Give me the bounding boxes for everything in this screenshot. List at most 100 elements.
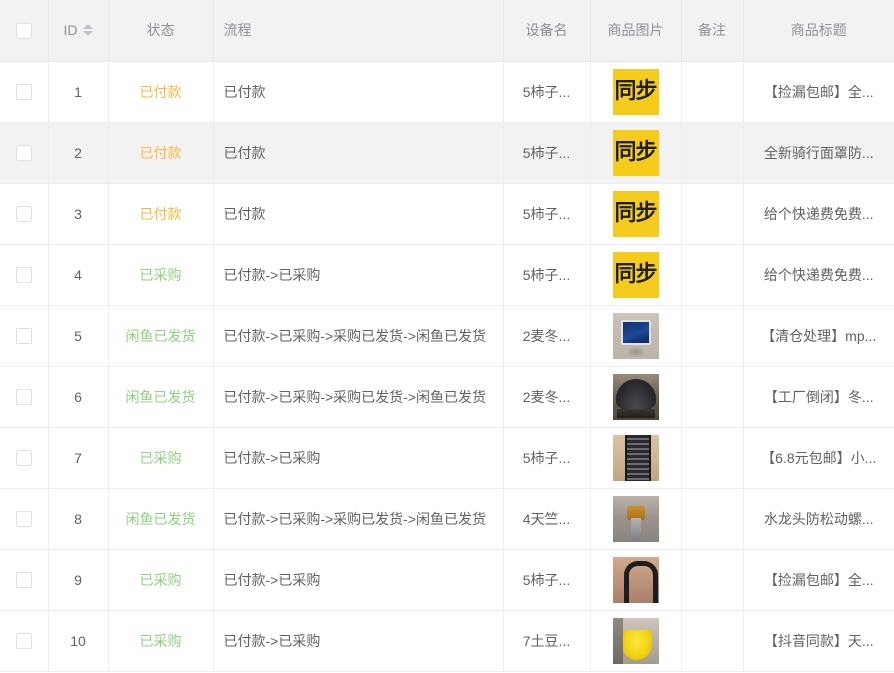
- product-thumbnail-sync[interactable]: 同步: [612, 129, 659, 176]
- row-select-cell[interactable]: [0, 488, 49, 550]
- cell-product-image[interactable]: [590, 305, 682, 367]
- cell-device-name: 5柿子...: [503, 122, 591, 184]
- cell-id: 1: [48, 61, 109, 123]
- header-status[interactable]: 状态: [108, 0, 214, 62]
- row-checkbox-icon[interactable]: [15, 511, 32, 528]
- product-title-text: 【清仓处理】mp...: [761, 327, 877, 344]
- row-select-cell[interactable]: [0, 366, 49, 428]
- row-select-cell[interactable]: [0, 610, 49, 672]
- header-note[interactable]: 备注: [681, 0, 744, 62]
- row-checkbox-icon[interactable]: [15, 84, 32, 101]
- cell-product-image[interactable]: [590, 549, 682, 611]
- cell-status: 闲鱼已发货: [108, 488, 214, 550]
- cell-product-image[interactable]: 同步: [590, 122, 682, 184]
- cell-flow: 已付款->已采购: [213, 427, 504, 489]
- product-thumbnail-sync[interactable]: 同步: [612, 251, 659, 298]
- cell-flow: 已付款: [213, 122, 504, 184]
- cell-product-image[interactable]: [590, 366, 682, 428]
- product-thumbnail-gripper-icon[interactable]: [612, 556, 659, 603]
- cell-product-title: 水龙头防松动螺...: [743, 488, 894, 550]
- row-checkbox-icon[interactable]: [15, 389, 32, 406]
- cell-device-name: 5柿子...: [503, 244, 591, 306]
- cell-status: 闲鱼已发货: [108, 366, 214, 428]
- product-thumbnail-screwdriver-icon[interactable]: [612, 434, 659, 481]
- header-device[interactable]: 设备名: [503, 0, 591, 62]
- row-select-cell[interactable]: [0, 305, 49, 367]
- cell-id: 6: [48, 366, 109, 428]
- row-checkbox-icon[interactable]: [15, 145, 32, 162]
- row-select-cell[interactable]: [0, 244, 49, 306]
- header-title[interactable]: 商品标题: [743, 0, 894, 62]
- cell-product-title: 给个快递费免费...: [743, 183, 894, 245]
- table-row[interactable]: 1 已付款 已付款 5柿子... 同步 【捡漏包邮】全...: [0, 61, 894, 123]
- row-select-cell[interactable]: [0, 183, 49, 245]
- cell-status: 闲鱼已发货: [108, 305, 214, 367]
- header-device-label: 设备名: [525, 22, 568, 39]
- cell-device-name: 5柿子...: [503, 183, 591, 245]
- cell-product-title: 【捡漏包邮】全...: [743, 549, 894, 611]
- row-select-cell[interactable]: [0, 61, 49, 123]
- row-checkbox-icon[interactable]: [15, 267, 32, 284]
- cell-id: 3: [48, 183, 109, 245]
- table-row[interactable]: 3 已付款 已付款 5柿子... 同步 给个快递费免费...: [0, 183, 894, 245]
- sort-caret-icon[interactable]: [82, 21, 93, 39]
- row-checkbox-icon[interactable]: [15, 572, 32, 589]
- row-checkbox-icon[interactable]: [15, 450, 32, 467]
- table-row[interactable]: 2 已付款 已付款 5柿子... 同步 全新骑行面罩防...: [0, 122, 894, 184]
- header-flow-label: 流程: [223, 22, 252, 39]
- product-title-text: 给个快递费免费...: [763, 266, 874, 283]
- table-row[interactable]: 6 闲鱼已发货 已付款->已采购->采购已发货->闲鱼已发货 2麦冬... 【工厂倒闭】…: [0, 366, 894, 428]
- cell-product-image[interactable]: [590, 427, 682, 489]
- cell-product-image[interactable]: 同步: [590, 61, 682, 123]
- cell-id: 5: [48, 305, 109, 367]
- cell-status: 已采购: [108, 244, 214, 306]
- cell-status: 已采购: [108, 549, 214, 611]
- product-thumbnail-faucet-icon[interactable]: [612, 495, 659, 542]
- cell-flow: 已付款->已采购->采购已发货->闲鱼已发货: [213, 488, 504, 550]
- table-row[interactable]: 7 已采购 已付款->已采购 5柿子... 【6.8元包邮】小...: [0, 427, 894, 489]
- cell-product-image[interactable]: [590, 610, 682, 672]
- product-thumbnail-sync[interactable]: 同步: [612, 190, 659, 237]
- cell-product-image[interactable]: 同步: [590, 183, 682, 245]
- table-row[interactable]: 10 已采购 已付款->已采购 7土豆... 【抖音同款】天...: [0, 610, 894, 672]
- product-thumbnail-sync[interactable]: 同步: [612, 68, 659, 115]
- header-image[interactable]: 商品图片: [590, 0, 682, 62]
- row-checkbox-icon[interactable]: [15, 633, 32, 650]
- cell-device-name: 4天竺...: [503, 488, 591, 550]
- cell-product-title: 【清仓处理】mp...: [743, 305, 894, 367]
- table-row[interactable]: 5 闲鱼已发货 已付款->已采购->采购已发货->闲鱼已发货 2麦冬... 【清仓处理】…: [0, 305, 894, 367]
- header-id[interactable]: ID: [48, 0, 109, 62]
- cell-product-title: 给个快递费免费...: [743, 244, 894, 306]
- cell-status: 已采购: [108, 610, 214, 672]
- cell-product-title: 【抖音同款】天...: [743, 610, 894, 672]
- header-status-label: 状态: [146, 22, 175, 39]
- cell-id: 7: [48, 427, 109, 489]
- product-title-text: 【抖音同款】天...: [763, 632, 874, 649]
- cell-product-image[interactable]: [590, 488, 682, 550]
- cell-product-image[interactable]: 同步: [590, 244, 682, 306]
- product-thumbnail-basket-icon[interactable]: [612, 617, 659, 664]
- row-select-cell[interactable]: [0, 122, 49, 184]
- row-select-cell[interactable]: [0, 549, 49, 611]
- table-row[interactable]: 8 闲鱼已发货 已付款->已采购->采购已发货->闲鱼已发货 4天竺... 水龙头防松动…: [0, 488, 894, 550]
- table-row[interactable]: 4 已采购 已付款->已采购 5柿子... 同步 给个快递费免费...: [0, 244, 894, 306]
- row-checkbox-icon[interactable]: [15, 328, 32, 345]
- cell-id: 2: [48, 122, 109, 184]
- cell-note: [681, 122, 744, 184]
- table-row[interactable]: 9 已采购 已付款->已采购 5柿子... 【捡漏包邮】全...: [0, 549, 894, 611]
- select-all-checkbox-icon[interactable]: [15, 22, 32, 39]
- row-select-cell[interactable]: [0, 427, 49, 489]
- product-thumbnail-helmet-icon[interactable]: [612, 373, 659, 420]
- table-body: 1 已付款 已付款 5柿子... 同步 【捡漏包邮】全... 2 已付款 已付款 5柿子... 同步…: [0, 61, 894, 672]
- cell-note: [681, 549, 744, 611]
- cell-note: [681, 488, 744, 550]
- product-title-text: 全新骑行面罩防...: [763, 144, 874, 161]
- cell-product-title: 【工厂倒闭】冬...: [743, 366, 894, 428]
- header-select-all[interactable]: [0, 0, 49, 62]
- product-title-text: 【工厂倒闭】冬...: [763, 388, 874, 405]
- row-checkbox-icon[interactable]: [15, 206, 32, 223]
- cell-id: 10: [48, 610, 109, 672]
- cell-flow: 已付款->已采购: [213, 549, 504, 611]
- product-thumbnail-mp3-icon[interactable]: [612, 312, 659, 359]
- header-flow[interactable]: 流程: [213, 0, 504, 62]
